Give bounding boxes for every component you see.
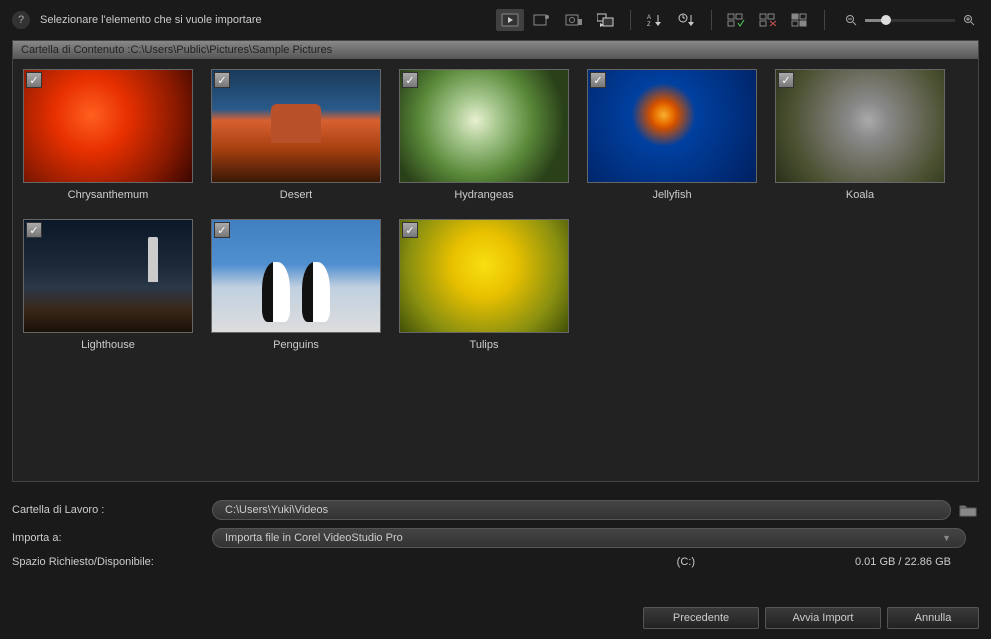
thumbnail-image[interactable]: ✓ [399,219,569,333]
thumbnail-checkbox[interactable]: ✓ [26,72,42,88]
deselect-all-button[interactable] [754,9,782,31]
import-to-dropdown[interactable] [212,528,966,548]
thumb-item: ✓ Hydrangeas [399,69,569,201]
thumbnail-checkbox[interactable]: ✓ [214,222,230,238]
chevron-down-icon[interactable]: ▼ [942,533,951,543]
thumbnail-image[interactable]: ✓ [775,69,945,183]
toolbar-separator [824,10,825,30]
select-all-button[interactable] [722,9,750,31]
thumbnail-label: Hydrangeas [454,189,513,201]
previous-button[interactable]: Precedente [643,607,759,629]
thumbnail-label: Koala [846,189,874,201]
work-folder-input[interactable] [212,500,951,520]
thumbnail-checkbox[interactable]: ✓ [590,72,606,88]
toolbar-separator [630,10,631,30]
zoom-slider [841,14,979,26]
top-toolbar: ? Selezionare l'elemento che si vuole im… [0,0,991,40]
import-video-button[interactable] [496,9,524,31]
thumbnail-checkbox[interactable]: ✓ [778,72,794,88]
content-folder-header: Cartella di Contenuto : C:\Users\Public\… [13,41,978,59]
thumb-item: ✓ Desert [211,69,381,201]
zoom-in-icon[interactable] [963,14,975,26]
thumbnail-label: Tulips [470,339,499,351]
start-import-button[interactable]: Avvia Import [765,607,881,629]
thumb-item: ✓ Tulips [399,219,569,351]
drive-label: (C:) [677,556,695,568]
help-icon[interactable]: ? [12,11,30,29]
content-area: Cartella di Contenuto : C:\Users\Public\… [12,40,979,482]
svg-text:Z: Z [647,22,651,27]
import-photo-button[interactable] [560,9,588,31]
toolbar-separator [711,10,712,30]
thumbnail-image[interactable]: ✓ [211,219,381,333]
thumbnails-container: ✓ Chrysanthemum ✓ Desert ✓ Hydrangeas ✓ Jellyfi… [13,59,978,361]
thumbnail-image[interactable]: ✓ [587,69,757,183]
zoom-track[interactable] [865,19,955,22]
thumb-item: ✓ Lighthouse [23,219,193,351]
import-all-media-button[interactable] [592,9,620,31]
thumbnail-label: Chrysanthemum [68,189,149,201]
space-value: 0.01 GB / 22.86 GB [855,556,951,568]
import-digital-media-button[interactable] [528,9,556,31]
thumbnail-label: Desert [280,189,312,201]
bottom-form: Cartella di Lavoro : Importa a: ▼ Spazio… [12,500,979,568]
zoom-out-icon[interactable] [845,14,857,26]
thumb-item: ✓ Chrysanthemum [23,69,193,201]
thumbnail-checkbox[interactable]: ✓ [26,222,42,238]
sort-by-name-button[interactable]: AZ [641,9,669,31]
content-folder-path: C:\Users\Public\Pictures\Sample Pictures [130,44,332,56]
svg-text:A: A [647,15,651,21]
sort-by-date-button[interactable] [673,9,701,31]
button-bar: Precedente Avvia Import Annulla [643,607,979,629]
thumbnail-checkbox[interactable]: ✓ [402,72,418,88]
cancel-button[interactable]: Annulla [887,607,979,629]
work-folder-label: Cartella di Lavoro : [12,504,212,516]
browse-folder-button[interactable] [959,502,979,518]
zoom-thumb[interactable] [881,15,891,25]
content-folder-prefix: Cartella di Contenuto : [21,44,130,56]
thumb-item: ✓ Penguins [211,219,381,351]
thumbnail-image[interactable]: ✓ [211,69,381,183]
space-label: Spazio Richiesto/Disponibile: [12,556,212,568]
import-to-label: Importa a: [12,532,212,544]
thumbnail-label: Penguins [273,339,319,351]
thumbnail-label: Jellyfish [652,189,691,201]
thumb-item: ✓ Jellyfish [587,69,757,201]
thumbnail-image[interactable]: ✓ [399,69,569,183]
thumb-item: ✓ Koala [775,69,945,201]
invert-selection-button[interactable] [786,9,814,31]
thumbnail-image[interactable]: ✓ [23,69,193,183]
thumbnail-label: Lighthouse [81,339,135,351]
thumbnail-checkbox[interactable]: ✓ [402,222,418,238]
thumbnail-image[interactable]: ✓ [23,219,193,333]
toolbar-title: Selezionare l'elemento che si vuole impo… [40,14,262,26]
thumbnail-checkbox[interactable]: ✓ [214,72,230,88]
